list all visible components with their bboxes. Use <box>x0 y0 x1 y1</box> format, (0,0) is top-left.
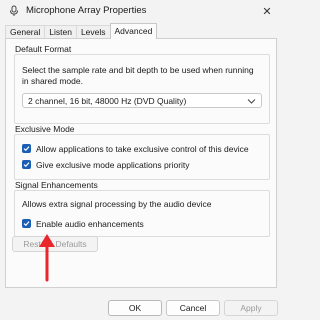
exclusive-priority-label: Give exclusive mode applications priorit… <box>36 159 190 170</box>
signal-enhancements-description: Allows extra signal processing by the au… <box>22 199 212 209</box>
red-arrow-icon <box>39 234 55 282</box>
signal-enhancements-group: Signal Enhancements Allows extra signal … <box>14 180 270 237</box>
audio-enhancements-option[interactable]: Enable audio enhancements <box>22 218 144 229</box>
exclusive-control-option[interactable]: Allow applications to take exclusive con… <box>22 143 249 154</box>
default-format-group: Default Format Select the sample rate an… <box>14 44 270 124</box>
tab-general[interactable]: General <box>5 25 46 39</box>
exclusive-mode-title: Exclusive Mode <box>15 124 79 134</box>
default-format-description: Select the sample rate and bit depth to … <box>22 65 254 86</box>
chevron-down-icon <box>247 99 256 104</box>
apply-button[interactable]: Apply <box>224 300 278 316</box>
exclusive-priority-option[interactable]: Give exclusive mode applications priorit… <box>22 159 190 170</box>
ok-button[interactable]: OK <box>108 300 162 316</box>
exclusive-priority-checkbox[interactable] <box>22 160 31 169</box>
cancel-button[interactable]: Cancel <box>166 300 220 316</box>
checkmark-icon <box>23 146 30 152</box>
sample-rate-value: 2 channel, 16 bit, 48000 Hz (DVD Quality… <box>28 96 187 106</box>
tab-levels[interactable]: Levels <box>75 25 111 39</box>
checkmark-icon <box>23 221 30 227</box>
microphone-icon <box>10 5 18 16</box>
default-format-title: Default Format <box>15 44 76 54</box>
checkmark-icon <box>23 162 30 168</box>
close-icon: ✕ <box>262 5 272 18</box>
audio-enhancements-label: Enable audio enhancements <box>36 218 144 229</box>
sample-rate-dropdown[interactable]: 2 channel, 16 bit, 48000 Hz (DVD Quality… <box>22 93 262 108</box>
exclusive-control-checkbox[interactable] <box>22 144 31 153</box>
window-title: Microphone Array Properties <box>26 5 147 16</box>
exclusive-mode-group: Exclusive Mode Allow applications to tak… <box>14 124 270 180</box>
tab-listen[interactable]: Listen <box>44 25 77 39</box>
close-button[interactable]: ✕ <box>252 0 282 22</box>
dialog-footer: OK Cancel Apply <box>0 288 282 320</box>
signal-enhancements-title: Signal Enhancements <box>15 180 102 190</box>
exclusive-control-label: Allow applications to take exclusive con… <box>36 143 249 154</box>
audio-enhancements-checkbox[interactable] <box>22 219 31 228</box>
title-bar: Microphone Array Properties ✕ <box>0 0 282 22</box>
tab-advanced[interactable]: Advanced <box>109 23 158 39</box>
tab-bar: General Listen Levels Advanced <box>5 23 158 39</box>
